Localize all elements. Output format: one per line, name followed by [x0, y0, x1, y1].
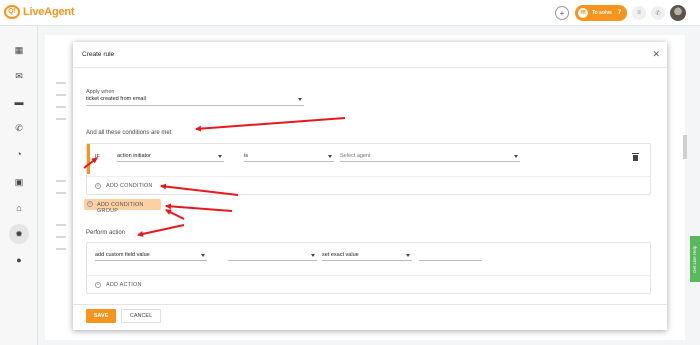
chat-icon[interactable]: ▬	[13, 96, 25, 108]
bg-menu-line	[56, 236, 66, 238]
bg-menu-line	[56, 248, 66, 250]
to-solve-label: To solve	[592, 10, 612, 16]
add-condition-group-label: ADD CONDITION GROUP	[97, 201, 144, 214]
perform-action-heading: Perform action	[86, 230, 126, 236]
to-solve-count: 7	[617, 10, 622, 16]
trash-icon[interactable]	[632, 153, 639, 161]
plus-icon: +	[87, 201, 93, 207]
dashboard-icon[interactable]: ▦	[13, 44, 25, 56]
bg-menu-line	[56, 82, 66, 84]
modal-title: Create rule	[82, 51, 115, 58]
reports-icon[interactable]: ◔	[13, 148, 25, 160]
bg-scrollbar[interactable]	[683, 135, 687, 159]
add-condition-button[interactable]: + ADD CONDITION	[87, 176, 650, 194]
app-logo[interactable]: Q! LiveAgent	[4, 5, 75, 19]
bg-menu-line	[56, 180, 66, 182]
action-field-select[interactable]	[228, 252, 317, 261]
save-button[interactable]: SAVE	[86, 309, 116, 323]
chevron-down-icon	[328, 155, 332, 158]
chevron-down-icon	[218, 155, 222, 158]
condition-operator-select[interactable]: is	[244, 153, 334, 162]
to-solve-button[interactable]: ✉ To solve 7	[575, 5, 627, 21]
top-bar: Q! LiveAgent + ✉ To solve 7 ≡ ✆	[0, 0, 700, 26]
plus-icon: +	[95, 282, 101, 288]
apply-when-select[interactable]: ticket created from email	[86, 96, 304, 106]
apply-when-label: Apply when	[86, 89, 115, 95]
grid-menu-icon[interactable]: ≡	[632, 6, 646, 20]
chevron-down-icon	[298, 98, 302, 101]
conditions-heading: And all these conditions are met	[86, 130, 172, 136]
if-label: IF	[95, 154, 100, 160]
envelope-icon: ✉	[578, 8, 588, 18]
add-icon[interactable]: +	[555, 6, 569, 20]
avatar[interactable]	[670, 5, 686, 21]
chevron-down-icon	[406, 254, 410, 257]
get-live-help-tab[interactable]: Get Live Help	[690, 236, 700, 282]
logo-text: LiveAgent	[23, 6, 75, 18]
add-condition-group-button[interactable]: + ADD CONDITION GROUP	[84, 199, 161, 214]
bg-menu-line	[56, 106, 66, 108]
condition-value-select[interactable]: Select agent	[340, 153, 520, 162]
plus-icon: +	[95, 183, 101, 189]
bg-menu-line	[56, 192, 66, 194]
bg-menu-line	[56, 118, 66, 120]
action-mode-select[interactable]: set exact value	[322, 252, 412, 261]
bg-menu-line	[56, 94, 66, 96]
chevron-down-icon	[311, 254, 315, 257]
bg-menu-line	[56, 224, 66, 226]
action-mode-value: set exact value	[322, 252, 359, 258]
add-action-button[interactable]: + ADD ACTION	[87, 275, 650, 293]
action-value-input[interactable]	[419, 252, 482, 261]
condition-operator-value: is	[244, 153, 248, 159]
calls-icon[interactable]: ✆	[13, 122, 25, 134]
action-type-select[interactable]: add custom field value	[95, 252, 207, 261]
create-rule-modal: Create rule ✕ Apply when ticket created …	[73, 42, 667, 330]
chevron-down-icon	[201, 254, 205, 257]
knowledgebase-icon[interactable]: ⌂	[13, 202, 25, 214]
settings-icon[interactable]: ✹	[13, 228, 25, 240]
action-group: add custom field value set exact value +…	[86, 242, 651, 294]
modal-header: Create rule ✕	[73, 42, 667, 68]
condition-group: IF action initiator is Select agent + AD…	[86, 143, 651, 195]
modal-footer: SAVE CANCEL	[73, 304, 667, 330]
cancel-button[interactable]: CANCEL	[121, 309, 161, 323]
apply-when-value: ticket created from email	[86, 96, 146, 102]
logo-mark-icon: Q!	[4, 5, 20, 19]
contacts-icon[interactable]: ▣	[13, 176, 25, 188]
plugins-icon[interactable]: ●	[13, 254, 25, 266]
left-sidebar: ▦ ✉ ▬ ✆ ◔ ▣ ⌂ ✹ ●	[0, 26, 38, 345]
condition-row: IF action initiator is Select agent	[87, 144, 650, 174]
chevron-down-icon	[514, 155, 518, 158]
condition-field-select[interactable]: action initiator	[117, 153, 224, 162]
action-type-value: add custom field value	[95, 252, 150, 258]
condition-value-placeholder: Select agent	[340, 153, 371, 159]
add-action-label: ADD ACTION	[106, 282, 142, 288]
add-condition-label: ADD CONDITION	[106, 183, 153, 189]
close-icon[interactable]: ✕	[652, 49, 660, 60]
tickets-icon[interactable]: ✉	[13, 70, 25, 82]
phone-icon[interactable]: ✆	[651, 6, 665, 20]
condition-field-value: action initiator	[117, 153, 151, 159]
